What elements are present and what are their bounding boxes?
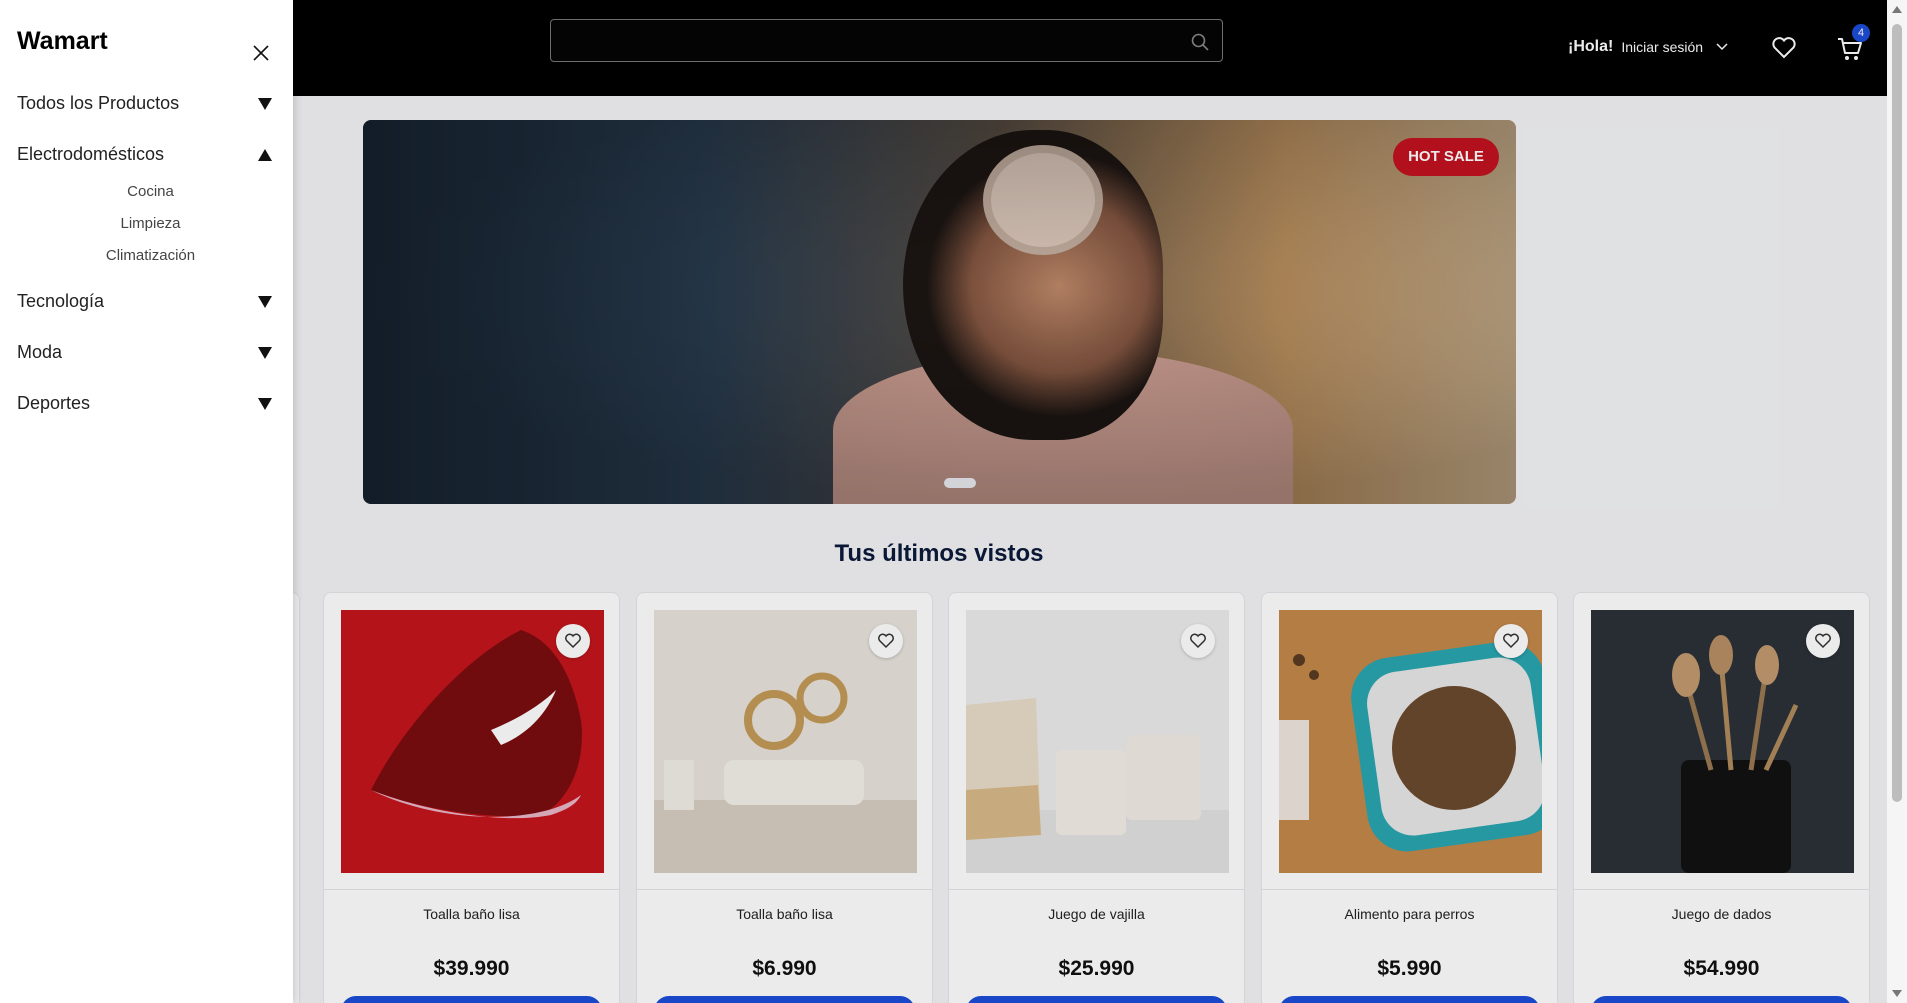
scroll-up-icon[interactable] bbox=[1892, 6, 1902, 13]
category-label[interactable]: Moda bbox=[17, 342, 62, 363]
category-tecnologia[interactable]: Tecnología bbox=[17, 291, 272, 312]
category-todos-los-productos[interactable]: Todos los Productos bbox=[17, 93, 272, 114]
category-drawer: Wamart Todos los Productos Electrodomést… bbox=[0, 0, 293, 1003]
triangle-down-icon[interactable] bbox=[258, 97, 272, 110]
category-moda[interactable]: Moda bbox=[17, 342, 272, 363]
category-label[interactable]: Deportes bbox=[17, 393, 90, 414]
subcategory-climatizacion[interactable]: Climatización bbox=[0, 247, 301, 264]
scroll-down-icon[interactable] bbox=[1892, 990, 1902, 997]
triangle-down-icon[interactable] bbox=[258, 397, 272, 410]
category-label[interactable]: Electrodomésticos bbox=[17, 144, 164, 165]
scrollbar-thumb[interactable] bbox=[1892, 24, 1902, 802]
triangle-down-icon[interactable] bbox=[258, 346, 272, 359]
brand-logo[interactable]: Wamart bbox=[17, 27, 108, 56]
subcategory-limpieza[interactable]: Limpieza bbox=[0, 215, 301, 232]
subcategory-cocina[interactable]: Cocina bbox=[0, 183, 301, 200]
category-deportes[interactable]: Deportes bbox=[17, 393, 272, 414]
category-electrodomesticos[interactable]: Electrodomésticos bbox=[17, 144, 272, 165]
triangle-down-icon[interactable] bbox=[258, 295, 272, 308]
category-label[interactable]: Todos los Productos bbox=[17, 93, 179, 114]
category-label[interactable]: Tecnología bbox=[17, 291, 104, 312]
close-icon[interactable] bbox=[253, 45, 269, 61]
page-scrollbar[interactable] bbox=[1887, 0, 1907, 1003]
triangle-up-icon[interactable] bbox=[258, 148, 272, 161]
